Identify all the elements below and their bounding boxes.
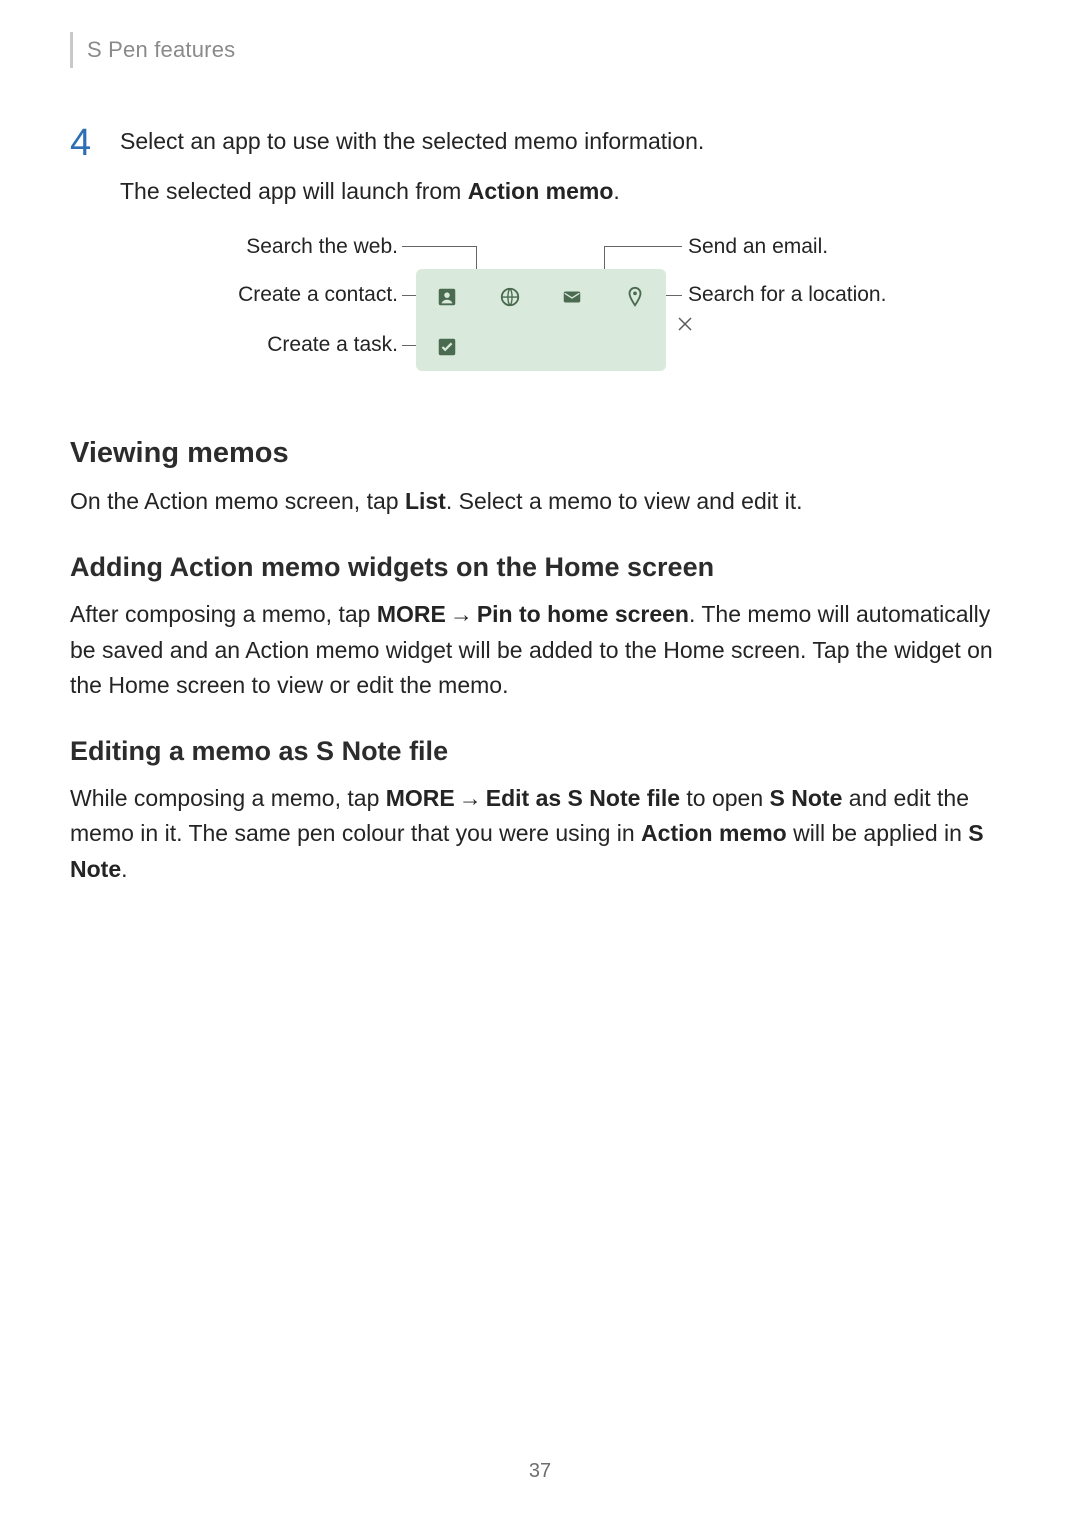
list-label: List: [405, 488, 446, 514]
header-title: S Pen features: [87, 37, 235, 63]
pin-icon: [621, 283, 649, 311]
callout-search-web: Search the web.: [150, 235, 398, 259]
leader-line: [402, 246, 476, 247]
text: While composing a memo, tap: [70, 785, 386, 811]
step-line-2: The selected app will launch from Action…: [120, 174, 1010, 210]
text: On the Action memo screen, tap: [70, 488, 405, 514]
text: .: [121, 856, 127, 882]
snote-label: S Note: [770, 785, 843, 811]
more-label: MORE: [386, 785, 455, 811]
more-label: MORE: [377, 601, 446, 627]
callout-search-location: Search for a location.: [688, 283, 886, 307]
para-editing: While composing a memo, tap MORE→Edit as…: [70, 781, 1010, 888]
step-number: 4: [70, 124, 102, 162]
text: to open: [680, 785, 770, 811]
arrow-icon: →: [446, 597, 477, 633]
text: The selected app will launch from: [120, 178, 468, 204]
checkbox-icon: [433, 333, 461, 361]
page: S Pen features 4 Select an app to use wi…: [0, 0, 1080, 1527]
leader-line: [604, 246, 682, 247]
para-viewing: On the Action memo screen, tap List. Sel…: [70, 484, 1010, 520]
action-memo-label: Action memo: [641, 820, 787, 846]
globe-icon: [496, 283, 524, 311]
step-4: 4 Select an app to use with the selected…: [70, 124, 1010, 209]
header-accent-bar: [70, 32, 73, 68]
empty-slot: [558, 333, 586, 361]
action-memo-label: Action memo: [468, 178, 614, 204]
text: . Select a memo to view and edit it.: [446, 488, 803, 514]
heading-adding-widgets: Adding Action memo widgets on the Home s…: [70, 552, 1010, 583]
heading-viewing-memos: Viewing memos: [70, 437, 1010, 470]
para-adding: After composing a memo, tap MORE→Pin to …: [70, 597, 1010, 704]
step-body: Select an app to use with the selected m…: [120, 124, 1010, 209]
callout-send-email: Send an email.: [688, 235, 828, 259]
callout-create-contact: Create a contact.: [150, 283, 398, 307]
pin-to-home-label: Pin to home screen: [477, 601, 689, 627]
panel-row-1: [416, 283, 666, 311]
empty-slot: [496, 333, 524, 361]
text: .: [613, 178, 619, 204]
step-line-1: Select an app to use with the selected m…: [120, 124, 1010, 160]
empty-slot: [621, 333, 649, 361]
action-memo-panel: [416, 269, 666, 371]
edit-as-snote-label: Edit as S Note file: [486, 785, 680, 811]
close-icon: [670, 309, 700, 339]
callout-create-task: Create a task.: [150, 333, 398, 357]
arrow-icon: →: [455, 781, 486, 817]
panel-row-2: [416, 333, 666, 361]
page-number: 37: [0, 1460, 1080, 1483]
text: will be applied in: [787, 820, 969, 846]
contact-icon: [433, 283, 461, 311]
page-header: S Pen features: [70, 32, 1010, 68]
text: After composing a memo, tap: [70, 601, 377, 627]
heading-editing-snote: Editing a memo as S Note file: [70, 736, 1010, 767]
email-icon: [558, 283, 586, 311]
action-memo-diagram: Search the web. Create a contact. Create…: [150, 237, 930, 397]
